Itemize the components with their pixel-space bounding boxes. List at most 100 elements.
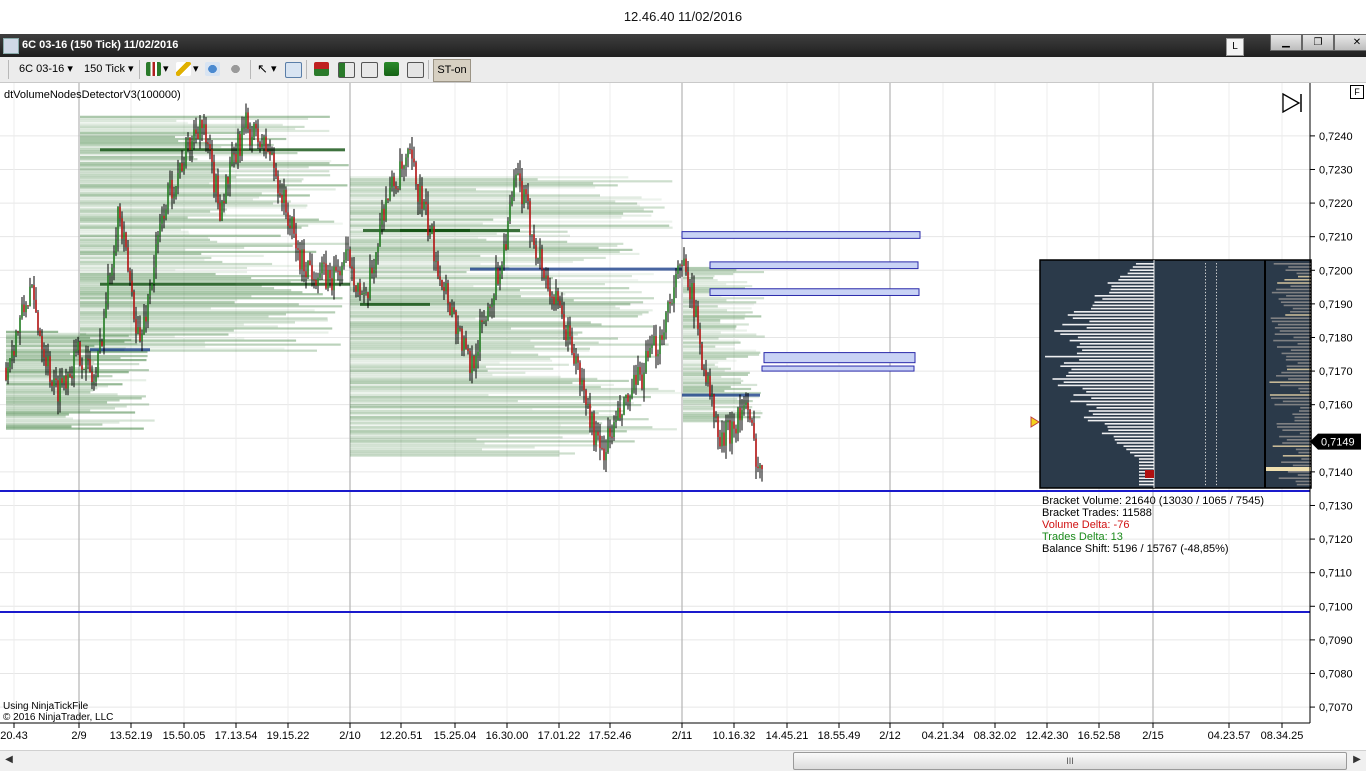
volume-node xyxy=(350,369,488,372)
down-candle xyxy=(411,149,413,159)
up-candle xyxy=(183,165,185,172)
volume-node xyxy=(6,379,147,382)
volume-node xyxy=(80,206,307,209)
down-candle xyxy=(65,375,67,389)
volume-node xyxy=(350,277,554,280)
volume-node xyxy=(80,162,330,165)
volume-node xyxy=(80,297,343,300)
profile-dot xyxy=(1205,378,1206,380)
profile-dot xyxy=(1205,336,1206,338)
global-crosshair-icon[interactable] xyxy=(228,62,243,76)
profile-dot xyxy=(1205,339,1206,342)
volume-node xyxy=(6,395,146,398)
down-candle xyxy=(533,234,535,246)
profile-bar xyxy=(1069,339,1154,342)
down-candle xyxy=(527,194,529,202)
up-candle xyxy=(385,198,387,221)
down-candle xyxy=(325,263,327,289)
scroll-left-arrow-icon[interactable]: ◀ xyxy=(2,752,16,768)
link-button[interactable]: L xyxy=(1226,38,1244,56)
st-on-button[interactable]: ST-on xyxy=(433,59,471,82)
profile-bar xyxy=(1072,317,1154,319)
up-candle xyxy=(435,261,437,263)
profile-dot xyxy=(1205,416,1206,418)
minimize-button[interactable]: ▁ xyxy=(1270,34,1302,51)
profile-dot xyxy=(1205,413,1206,415)
profile-bar xyxy=(1139,464,1154,467)
pencil-icon[interactable] xyxy=(176,62,191,76)
profile-bar xyxy=(1094,295,1154,297)
scrollbar-thumb[interactable]: III xyxy=(793,752,1347,770)
up-candle xyxy=(691,283,693,300)
indicators-icon[interactable] xyxy=(338,62,355,78)
delta-bar xyxy=(1269,394,1311,396)
restore-button[interactable]: ❐ xyxy=(1302,34,1334,51)
down-candle xyxy=(171,179,173,199)
chevron-down-icon[interactable]: ▾ xyxy=(193,61,199,77)
down-candle xyxy=(755,438,757,467)
volume-node xyxy=(6,401,108,404)
volume-node xyxy=(6,365,73,368)
chevron-down-icon[interactable]: ▾ xyxy=(163,61,169,77)
profile-dot xyxy=(1205,291,1206,294)
up-candle xyxy=(653,336,655,346)
volume-delta: Volume Delta: -76 xyxy=(1042,519,1130,531)
volume-node xyxy=(80,117,309,120)
down-candle xyxy=(401,161,403,169)
properties-icon[interactable] xyxy=(407,62,424,78)
scroll-right-arrow-icon[interactable]: ▶ xyxy=(1350,752,1364,768)
instrument-selector[interactable]: 6C 03-16 ▾ xyxy=(19,61,73,77)
profile-dot xyxy=(1205,483,1206,486)
profile-bar xyxy=(1087,419,1154,422)
profile-dot xyxy=(1205,282,1206,284)
delta-bar xyxy=(1281,371,1311,374)
profile-dot xyxy=(1216,339,1217,342)
down-candle xyxy=(349,249,351,267)
volume-node xyxy=(350,204,640,207)
profile-dot xyxy=(1205,429,1206,431)
f-marker[interactable]: F xyxy=(1350,85,1364,99)
close-button[interactable]: ✕ xyxy=(1334,34,1366,51)
up-candle xyxy=(161,215,163,224)
pointer-icon[interactable]: ↖ xyxy=(257,61,268,77)
volume-node xyxy=(683,401,749,405)
down-candle xyxy=(559,300,561,306)
up-candle xyxy=(237,133,239,163)
profile-dot xyxy=(1205,435,1206,438)
volume-node xyxy=(80,331,329,334)
profile-bar xyxy=(1107,282,1154,284)
volume-node xyxy=(80,158,198,161)
profile-dot xyxy=(1205,407,1206,409)
profile-dot xyxy=(1205,477,1206,479)
volume-node xyxy=(350,377,598,380)
price-tick-label: 0,7070 xyxy=(1319,702,1353,714)
down-candle xyxy=(13,350,15,356)
down-candle xyxy=(89,359,91,372)
crosshair-icon[interactable] xyxy=(205,62,220,76)
up-candle xyxy=(657,354,659,357)
order-icon[interactable] xyxy=(314,62,329,76)
volume-node xyxy=(350,216,622,219)
up-candle xyxy=(29,286,31,307)
price-tick-label: 0,7220 xyxy=(1319,198,1353,210)
interval-selector[interactable]: 150 Tick ▾ xyxy=(84,61,134,77)
data-series-icon[interactable] xyxy=(384,62,399,76)
volume-node xyxy=(350,395,651,399)
zoom-icon[interactable] xyxy=(285,62,302,78)
node-highlight xyxy=(360,302,430,306)
price-chart[interactable]: 0,7240 0,7230 0,7220 0,7210 0,7200 0,7190 0,71… xyxy=(0,83,1366,773)
down-candle xyxy=(267,151,269,153)
time-tick-label: 10.16.32 xyxy=(713,730,756,742)
up-candle xyxy=(587,403,589,405)
chart-style-icon[interactable] xyxy=(146,62,161,76)
price-tick-label: 0,7170 xyxy=(1319,366,1353,378)
profile-bar xyxy=(1086,391,1154,393)
strategies-icon[interactable] xyxy=(361,62,378,78)
up-candle xyxy=(663,332,665,340)
profile-dot xyxy=(1205,381,1206,383)
profile-dot xyxy=(1216,291,1217,294)
chevron-down-icon[interactable]: ▾ xyxy=(271,61,277,77)
down-candle xyxy=(427,204,429,236)
volume-node xyxy=(80,232,190,235)
profile-dot xyxy=(1205,423,1206,425)
